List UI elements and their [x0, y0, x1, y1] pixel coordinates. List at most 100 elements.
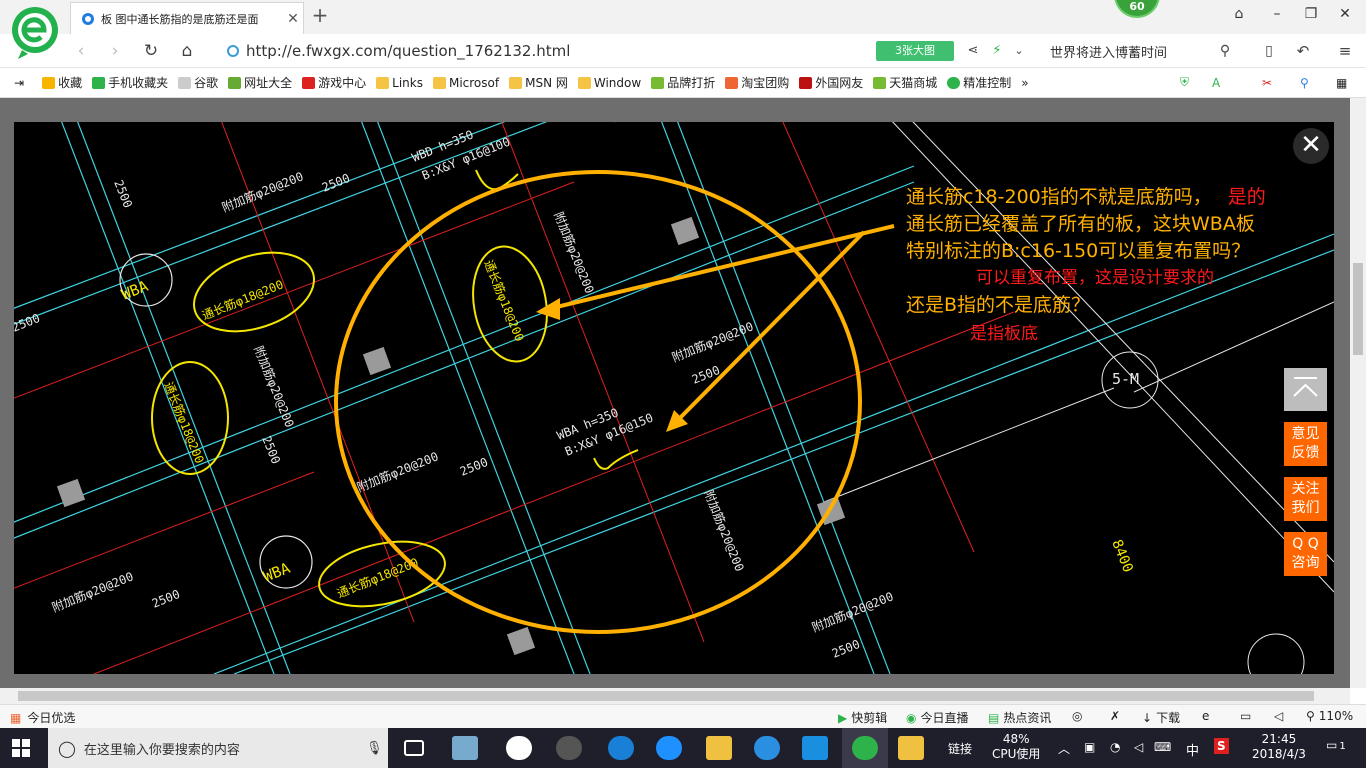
back-icon[interactable]: ‹	[70, 41, 92, 61]
bookmark-item[interactable]: Microsof	[432, 76, 499, 90]
app-pinwheel-icon[interactable]	[452, 736, 478, 760]
status-icon[interactable]: ▭	[1240, 709, 1251, 723]
url-field[interactable]: http://e.fwxgx.com/question_1762132.html	[226, 40, 866, 62]
status-icon[interactable]: e	[1202, 709, 1209, 723]
scissors-icon[interactable]: ✂	[1262, 76, 1272, 90]
tab-close-icon[interactable]: ✕	[283, 11, 303, 27]
status-item[interactable]: ▶ 快剪辑	[838, 709, 887, 726]
bookmark-item[interactable]: 天猫商城	[873, 74, 937, 91]
app-ie-icon[interactable]	[656, 736, 682, 760]
bookmark-item[interactable]: 淘宝团购	[725, 74, 789, 91]
feedback-button[interactable]: 意见反馈	[1284, 422, 1327, 466]
apps-icon[interactable]: ▦	[1336, 76, 1347, 90]
bookmark-item[interactable]: 手机收藏夹	[92, 74, 168, 91]
links-toolbar[interactable]: 链接	[948, 740, 972, 757]
keyboard-icon[interactable]: ⌨	[1154, 740, 1171, 754]
taskbar-search-input[interactable]: ◯ 在这里输入你要搜索的内容 🎙	[48, 728, 388, 768]
bookmark-item[interactable]: 精准控制	[947, 74, 1011, 91]
folder-icon	[432, 76, 446, 89]
app-plus-icon[interactable]	[802, 736, 828, 760]
leaf-icon	[873, 76, 887, 89]
rebar-label: 附加筋φ20@200	[355, 448, 441, 494]
sidebar-toggle-icon[interactable]: ⇥	[14, 76, 24, 90]
status-icon[interactable]: ◎	[1072, 709, 1082, 723]
level-badge[interactable]: 60	[1114, 0, 1160, 18]
close-icon[interactable]: ✕	[1293, 128, 1329, 164]
bookmark-item[interactable]: 网址大全	[228, 74, 292, 91]
shirt-icon[interactable]: ⌂	[1228, 6, 1250, 26]
network-icon[interactable]: ▣	[1084, 740, 1095, 754]
minimize-icon[interactable]: –	[1266, 6, 1288, 26]
bookmark-item[interactable]: Links	[376, 76, 423, 90]
app-active-browser-icon[interactable]	[842, 728, 888, 768]
bookmark-item[interactable]: 游戏中心	[302, 74, 366, 91]
question-line: 特别标注的B:c16-150可以重复布置吗？	[906, 240, 1251, 262]
app-notes-icon[interactable]	[898, 736, 924, 760]
horizontal-scrollbar[interactable]	[0, 688, 1350, 704]
undo-icon[interactable]: ↶	[1292, 41, 1314, 61]
app-browser-e-icon[interactable]	[506, 736, 532, 760]
status-icon[interactable]: ✗	[1110, 709, 1120, 723]
scroll-thumb[interactable]	[1353, 263, 1363, 355]
new-tab-icon[interactable]: +	[310, 5, 330, 25]
bookmark-item[interactable]: 收藏	[42, 74, 82, 91]
notification-center-icon[interactable]: ▭ 1	[1326, 738, 1346, 752]
bookmark-item[interactable]: 谷歌	[178, 74, 218, 91]
url-text: http://e.fwxgx.com/question_1762132.html	[246, 42, 571, 60]
wifi-icon[interactable]: ◔	[1110, 740, 1120, 754]
status-item[interactable]: ◉ 今日直播	[906, 709, 969, 726]
ime-indicator[interactable]: 中	[1186, 740, 1199, 759]
clock[interactable]: 21:45 2018/4/3	[1252, 732, 1306, 762]
search-icon[interactable]: ⚲	[1214, 41, 1236, 61]
bookmark-item[interactable]: 外国网友	[799, 74, 863, 91]
magnifier-icon[interactable]: ⚲	[1300, 76, 1309, 90]
vertical-scrollbar[interactable]	[1350, 98, 1366, 688]
dropdown-icon[interactable]: ⌄	[1008, 41, 1030, 61]
dim-label: 2500	[150, 587, 182, 611]
search-input[interactable]: 世界将进入博蓄时间	[1050, 42, 1167, 61]
refresh-icon[interactable]: ↻	[140, 41, 162, 61]
lightning-icon[interactable]: ⚡	[986, 41, 1008, 61]
browser-logo-icon[interactable]	[10, 6, 60, 60]
more-bookmarks-icon[interactable]: »	[1021, 76, 1028, 90]
follow-us-button[interactable]: 关注我们	[1284, 477, 1327, 521]
window-close-icon[interactable]: ✕	[1334, 6, 1356, 26]
flag-icon	[799, 76, 813, 89]
bookmark-item[interactable]: Window	[577, 76, 641, 90]
sogou-icon[interactable]: S	[1214, 738, 1229, 754]
bookmarks-bar: ⇥ 收藏 手机收藏夹 谷歌 网址大全 游戏中心 Links Microsof M…	[0, 68, 1366, 98]
tab-active[interactable]: 板 图中通长筋指的是底筋还是面 ✕	[70, 2, 304, 34]
share-icon[interactable]: ⋖	[962, 41, 984, 61]
maximize-icon[interactable]: ❐	[1300, 6, 1322, 26]
scroll-thumb[interactable]	[18, 691, 1314, 701]
volume-icon: ◁	[1274, 709, 1284, 723]
microphone-icon[interactable]: 🎙	[366, 741, 383, 756]
status-item[interactable]: ↓ 下载	[1142, 709, 1180, 726]
forward-icon[interactable]: ›	[104, 41, 126, 61]
rebar-label: 附加筋φ20@200	[701, 488, 747, 574]
windows-start-icon[interactable]	[12, 739, 30, 757]
cortana-icon: ◯	[58, 738, 76, 758]
bookmark-item[interactable]: 品牌打折	[651, 74, 715, 91]
qq-consult-button[interactable]: Q Q咨询	[1284, 532, 1327, 576]
tray-overflow-icon[interactable]: ︿	[1058, 740, 1070, 757]
big-image-button[interactable]: 3张大图	[876, 41, 954, 61]
app-explorer-icon[interactable]	[706, 736, 732, 760]
shield-icon[interactable]: ⛨	[1180, 75, 1189, 90]
back-to-top-button[interactable]	[1284, 368, 1327, 411]
menu-icon[interactable]: ≡	[1334, 41, 1356, 61]
phone-icon[interactable]: ▯	[1258, 41, 1280, 61]
translate-icon[interactable]: A	[1212, 76, 1220, 90]
status-icon[interactable]: ◁	[1274, 709, 1283, 723]
zoom-control[interactable]: ⚲ 110%	[1306, 709, 1353, 723]
app-g-icon[interactable]	[754, 736, 780, 760]
app-edge-icon[interactable]	[608, 736, 634, 760]
task-view-icon[interactable]	[404, 740, 424, 756]
speaker-icon[interactable]: ◁	[1134, 740, 1143, 754]
bookmark-item[interactable]: MSN 网	[509, 74, 568, 91]
app-360-icon[interactable]	[556, 736, 582, 760]
cpu-meter[interactable]: 48% CPU使用	[992, 732, 1040, 762]
status-item[interactable]: ▤ 热点资讯	[988, 709, 1051, 726]
home-icon[interactable]: ⌂	[176, 41, 198, 61]
today-picks[interactable]: ▦ 今日优选	[10, 709, 75, 726]
